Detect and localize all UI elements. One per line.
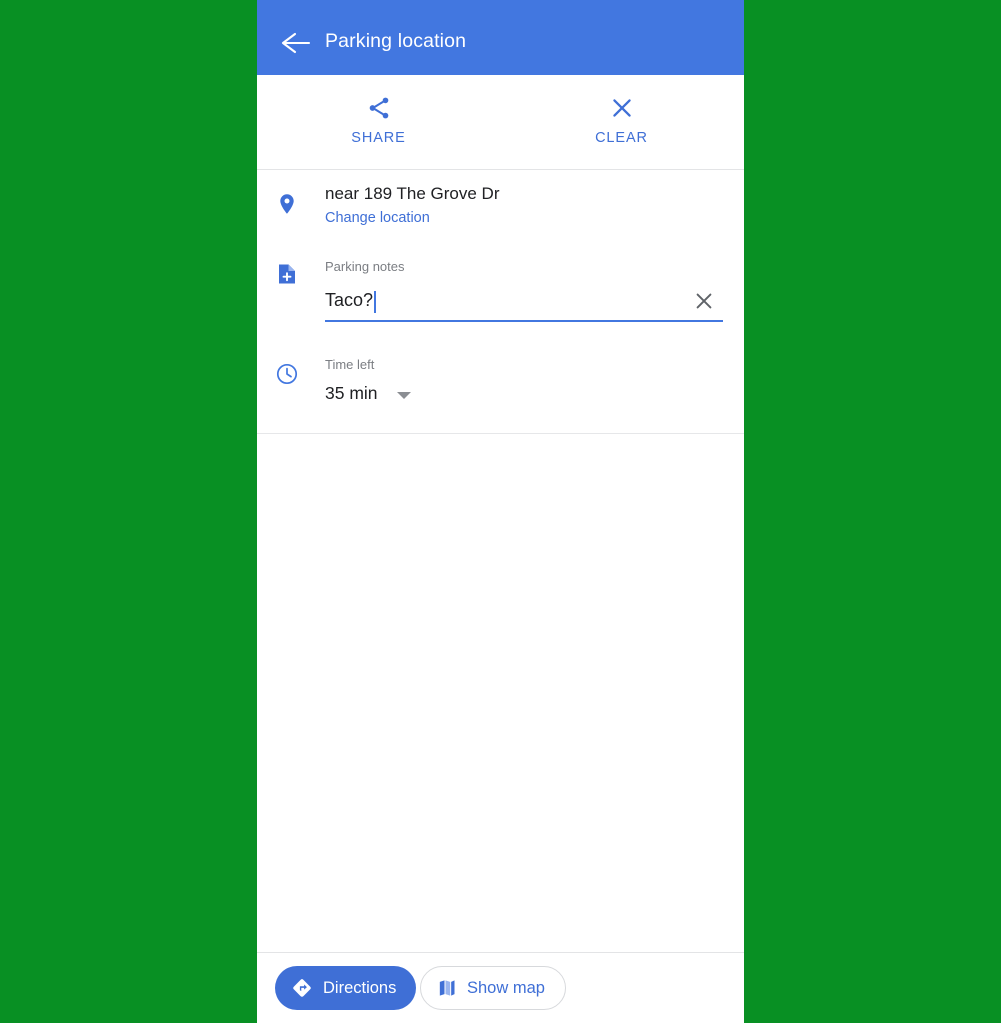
- notes-clear-button[interactable]: [693, 290, 715, 312]
- time-left-value: 35 min: [325, 383, 378, 403]
- time-left-row: Time left 35 min: [257, 345, 744, 434]
- navigation-icon: [293, 979, 311, 997]
- parking-notes-input[interactable]: Taco?: [325, 288, 723, 322]
- share-button[interactable]: SHARE: [257, 75, 500, 169]
- note-add-icon: [279, 264, 295, 284]
- parking-notes-label: Parking notes: [325, 259, 405, 274]
- app-bar: Parking location: [257, 0, 744, 75]
- show-map-button[interactable]: Show map: [420, 966, 566, 1010]
- change-location-link[interactable]: Change location: [325, 210, 430, 226]
- bottom-action-bar: Directions Show map: [257, 952, 744, 1023]
- page-title: Parking location: [325, 30, 467, 52]
- clear-button-label: CLEAR: [595, 130, 648, 146]
- clear-button[interactable]: CLEAR: [500, 75, 743, 169]
- clock-icon: [276, 363, 298, 385]
- share-icon: [369, 97, 388, 119]
- map-icon: [439, 980, 455, 996]
- show-map-button-label: Show map: [467, 978, 545, 997]
- close-icon: [612, 99, 631, 117]
- map-pin-icon: [280, 194, 294, 214]
- content-empty-area: [257, 434, 744, 952]
- action-bar: SHARE CLEAR: [257, 75, 744, 170]
- chevron-down-icon: [397, 392, 411, 399]
- time-left-label: Time left: [325, 357, 375, 372]
- share-button-label: SHARE: [351, 130, 406, 146]
- back-button[interactable]: [279, 30, 313, 56]
- directions-button[interactable]: Directions: [275, 966, 417, 1010]
- directions-button-label: Directions: [323, 978, 397, 997]
- text-caret: [374, 291, 376, 313]
- parking-notes-row: Parking notes Taco?: [257, 250, 744, 340]
- location-row: near 189 The Grove Dr Change location: [257, 170, 744, 250]
- location-address: near 189 The Grove Dr: [325, 184, 500, 203]
- arrow-left-icon: [281, 32, 311, 54]
- parking-notes-value: Taco?: [325, 290, 374, 310]
- parking-location-screen: Parking location SHARE CLEAR near 189 Th…: [257, 0, 744, 1023]
- close-icon: [696, 293, 712, 309]
